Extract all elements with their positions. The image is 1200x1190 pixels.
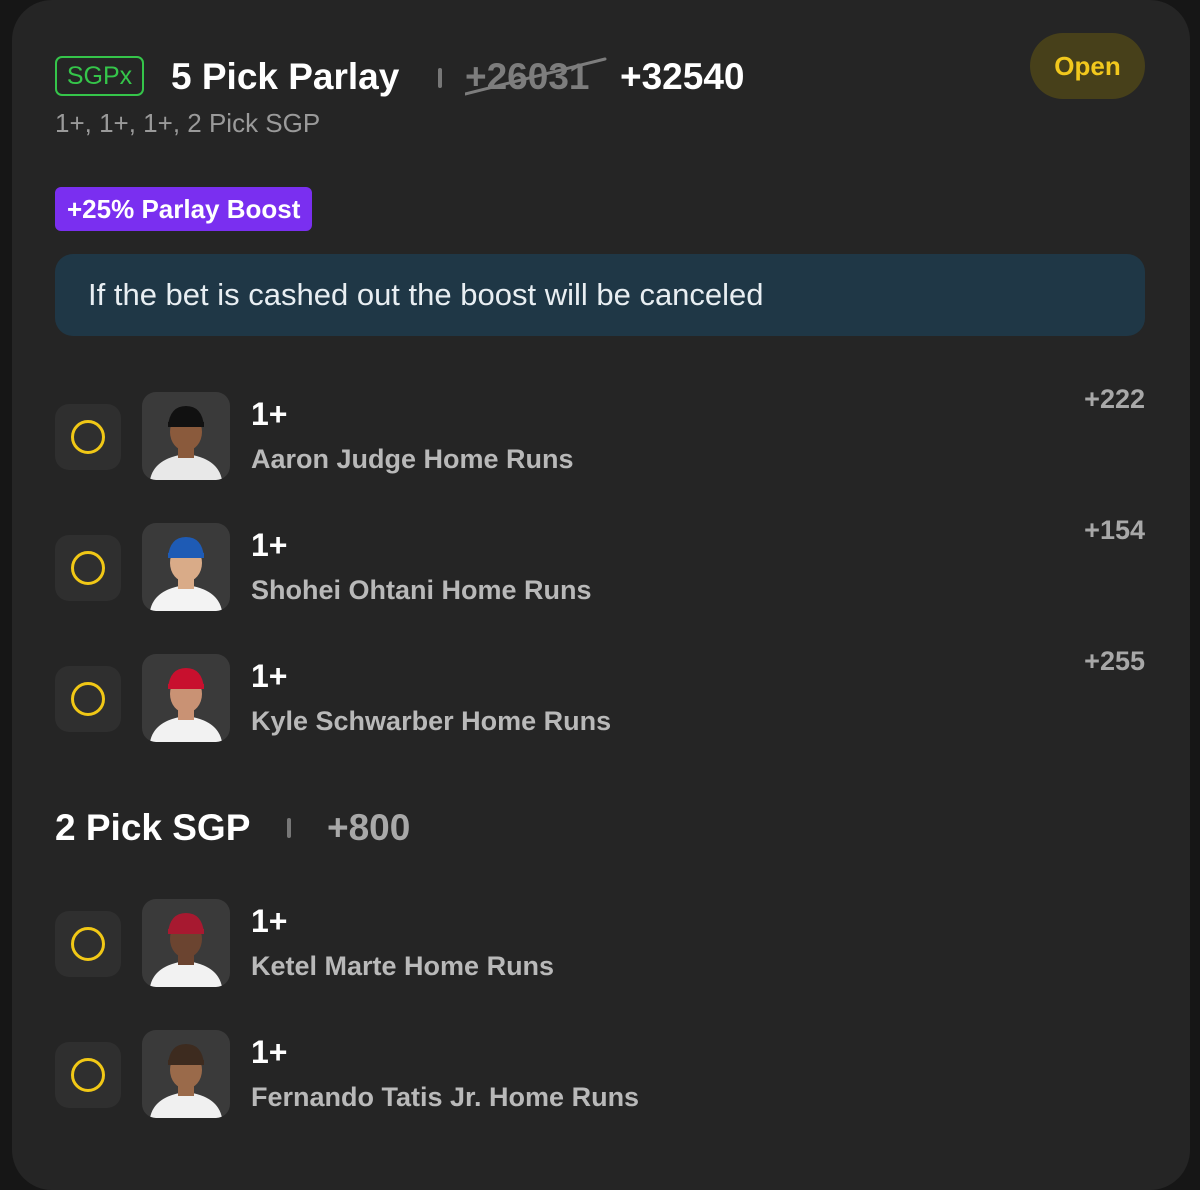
bet-title: 5 Pick Parlay [171, 56, 400, 97]
leg-row[interactable]: 1+ Shohei Ohtani Home Runs +154 [55, 515, 1145, 613]
leg-market: Aaron Judge Home Runs [251, 444, 574, 474]
leg-line: 1+ [251, 1034, 288, 1070]
player-photo-icon [150, 537, 222, 611]
player-photo-icon [150, 668, 222, 742]
pending-circle-icon [71, 1058, 105, 1092]
pending-circle-icon [71, 551, 105, 585]
leg-status-indicator [55, 404, 121, 470]
player-photo-icon [150, 1044, 222, 1118]
player-avatar-fernando-tatis-jr [142, 1030, 230, 1118]
leg-row[interactable]: 1+ Ketel Marte Home Runs [55, 899, 1145, 989]
status-badge: Open [1030, 33, 1145, 99]
player-avatar-aaron-judge [142, 392, 230, 480]
sgp-group-title: 2 Pick SGP [55, 807, 251, 848]
boosted-odds: +32540 [620, 56, 745, 97]
player-photo-icon [150, 406, 222, 480]
pending-circle-icon [71, 927, 105, 961]
header-divider [438, 68, 442, 88]
leg-market: Kyle Schwarber Home Runs [251, 706, 612, 736]
group-divider [287, 818, 291, 838]
sgp-group-odds: +800 [327, 807, 411, 848]
leg-line: 1+ [251, 658, 288, 694]
boost-notice: If the bet is cashed out the boost will … [55, 254, 1145, 336]
leg-odds: +154 [1084, 515, 1145, 545]
leg-row[interactable]: 1+ Aaron Judge Home Runs +222 [55, 384, 1145, 482]
parlay-boost-badge: +25% Parlay Boost [55, 187, 313, 231]
player-photo-icon [150, 913, 222, 987]
leg-row[interactable]: 1+ Fernando Tatis Jr. Home Runs [55, 1030, 1145, 1120]
leg-line: 1+ [251, 396, 288, 432]
leg-odds: +255 [1084, 646, 1145, 676]
sgpx-badge: SGPx [55, 56, 144, 96]
leg-status-indicator [55, 666, 121, 732]
pending-circle-icon [71, 420, 105, 454]
pending-circle-icon [71, 682, 105, 716]
leg-status-indicator [55, 535, 121, 601]
bet-header: SGPx 5 Pick Parlay +26031 +32540 1+, 1+,… [55, 55, 1145, 145]
bet-subtitle: 1+, 1+, 1+, 2 Pick SGP [55, 108, 321, 138]
leg-line: 1+ [251, 527, 288, 563]
leg-market: Ketel Marte Home Runs [251, 951, 555, 981]
player-avatar-ketel-marte [142, 899, 230, 987]
leg-odds: +222 [1084, 384, 1145, 414]
leg-status-indicator [55, 1042, 121, 1108]
sgp-group-header: 2 Pick SGP +800 [55, 804, 1145, 854]
leg-row[interactable]: 1+ Kyle Schwarber Home Runs +255 [55, 646, 1145, 744]
player-avatar-kyle-schwarber [142, 654, 230, 742]
player-avatar-shohei-ohtani [142, 523, 230, 611]
leg-line: 1+ [251, 903, 288, 939]
strikethrough-line [465, 57, 607, 96]
leg-market: Shohei Ohtani Home Runs [251, 575, 592, 605]
leg-status-indicator [55, 911, 121, 977]
leg-market: Fernando Tatis Jr. Home Runs [251, 1082, 640, 1112]
